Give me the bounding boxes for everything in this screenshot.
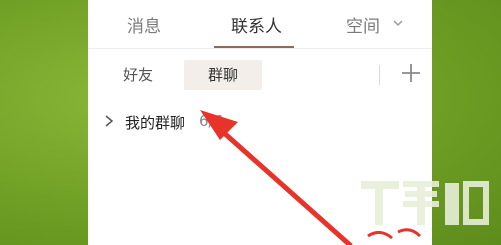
tab-contacts[interactable]: 联系人 xyxy=(231,12,282,37)
group-list-row[interactable]: 我的群聊 6/6 xyxy=(88,106,432,136)
chevron-down-icon[interactable] xyxy=(392,17,404,29)
group-count: 6/6 xyxy=(199,112,224,130)
active-tab-indicator xyxy=(214,46,294,48)
subtab-friends[interactable]: 好友 xyxy=(110,60,166,90)
subtab-groups[interactable]: 群聊 xyxy=(184,60,262,90)
tab-messages[interactable]: 消息 xyxy=(127,12,161,37)
plus-icon[interactable] xyxy=(400,62,422,84)
group-list-label: 我的群聊 xyxy=(125,114,186,132)
main-tab-bar: 消息 联系人 空间 xyxy=(88,0,432,49)
divider xyxy=(379,65,380,85)
chevron-right-icon[interactable] xyxy=(104,115,114,127)
site-watermark-logo xyxy=(361,181,489,225)
tab-space[interactable]: 空间 xyxy=(346,12,380,37)
